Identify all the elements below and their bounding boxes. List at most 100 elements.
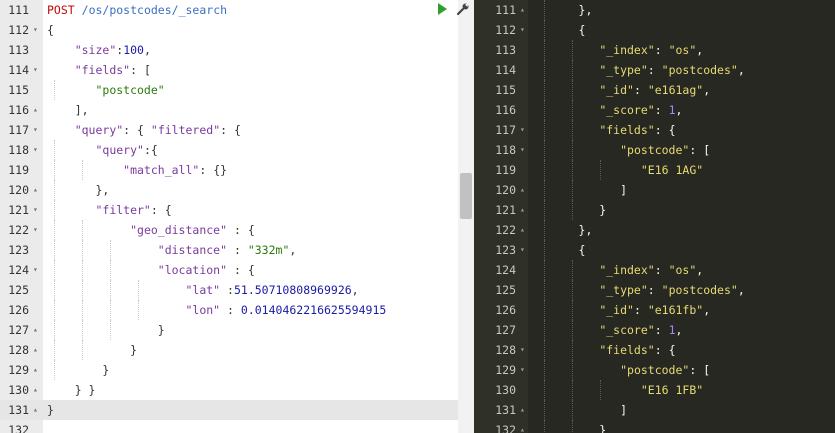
code-line[interactable]: 116 "_score": 1, [474, 100, 835, 120]
code-text: "postcode": [ [620, 143, 711, 157]
line-number: 115 [495, 83, 516, 97]
wrench-icon-glyph [456, 3, 469, 16]
line-number: 131 [495, 403, 516, 417]
code-line[interactable]: 118 ▾ "postcode": [ [474, 140, 835, 160]
code-line[interactable]: 120 ▴ }, [0, 180, 458, 200]
response-lines: 111 ▴ }, 112 ▾ {113 "_index": "os", 114 "_ty… [474, 0, 835, 433]
fold-toggle-icon[interactable]: ▾ [33, 20, 41, 40]
code-line[interactable]: 112 ▾ { [0, 20, 458, 40]
fold-toggle-icon[interactable]: ▾ [520, 20, 528, 40]
line-number: 121 [495, 203, 516, 217]
fold-toggle-icon[interactable]: ▴ [520, 420, 528, 433]
line-number: 112 [495, 23, 516, 37]
code-line[interactable]: 127 "_score": 1, [474, 320, 835, 340]
request-scrollbar-thumb[interactable] [460, 173, 472, 219]
fold-toggle-icon[interactable]: ▴ [33, 400, 41, 420]
code-line[interactable]: 129 ▾ "postcode": [ [474, 360, 835, 380]
line-number: 124 [495, 263, 516, 277]
fold-toggle-icon[interactable]: ▾ [520, 240, 528, 260]
line-number: 115 [8, 83, 29, 97]
code-line[interactable]: 125 "lat" :51.50710808969926, [0, 280, 458, 300]
code-line[interactable]: 129 ▴ } [0, 360, 458, 380]
line-number: 121 [8, 203, 29, 217]
fold-toggle-icon[interactable]: ▴ [33, 320, 41, 340]
fold-toggle-icon[interactable]: ▾ [520, 360, 528, 380]
code-text: "postcode" [95, 83, 165, 97]
code-line[interactable]: 117 ▾ "fields": { [474, 120, 835, 140]
code-line[interactable]: 119 "match_all": {} [0, 160, 458, 180]
code-line[interactable]: 111 POST /os/postcodes/_search [0, 0, 458, 20]
code-line[interactable]: 113 "_index": "os", [474, 40, 835, 60]
code-line[interactable]: 121 ▾ "filter": { [0, 200, 458, 220]
response-viewer[interactable]: 111 ▴ }, 112 ▾ {113 "_index": "os", 114 "_ty… [474, 0, 835, 433]
fold-toggle-icon[interactable]: ▾ [520, 340, 528, 360]
code-line[interactable]: 117 ▾ "query": { "filtered": { [0, 120, 458, 140]
line-number: 125 [8, 283, 29, 297]
code-line[interactable]: 132 ▴ } [474, 420, 835, 433]
code-line[interactable]: 126 "_id": "e161fb", [474, 300, 835, 320]
code-line[interactable]: 114 "_type": "postcodes", [474, 60, 835, 80]
line-number: 123 [8, 243, 29, 257]
fold-toggle-icon[interactable]: ▴ [520, 0, 528, 20]
code-line[interactable]: 111 ▴ }, [474, 0, 835, 20]
code-text: "_index": "os", [599, 263, 704, 277]
fold-toggle-icon[interactable]: ▴ [520, 400, 528, 420]
fold-toggle-icon[interactable]: ▴ [33, 380, 41, 400]
fold-toggle-icon[interactable]: ▾ [33, 140, 41, 160]
code-line[interactable]: 125 "_type": "postcodes", [474, 280, 835, 300]
code-text: "distance" : "332m", [157, 243, 297, 257]
fold-toggle-icon[interactable]: ▾ [33, 220, 41, 240]
code-line[interactable]: 116 ▴ ], [0, 100, 458, 120]
code-line[interactable]: 126 "lon" : 0.0140462216625594915 [0, 300, 458, 320]
fold-toggle-icon[interactable]: ▴ [520, 220, 528, 240]
code-line[interactable]: 131 ▴ ] [474, 400, 835, 420]
code-text: "_type": "postcodes", [599, 63, 745, 77]
code-text: } [47, 403, 54, 417]
line-number: 125 [495, 283, 516, 297]
code-line[interactable]: 119 "E16 1AG" [474, 160, 835, 180]
code-text: "E16 1AG" [640, 163, 704, 177]
fold-toggle-icon[interactable]: ▴ [520, 180, 528, 200]
code-line[interactable]: 124 "_index": "os", [474, 260, 835, 280]
play-icon[interactable] [437, 3, 447, 15]
code-line[interactable]: 128 ▴ } [0, 340, 458, 360]
fold-toggle-icon[interactable]: ▾ [520, 120, 528, 140]
fold-toggle-icon[interactable]: ▴ [33, 360, 41, 380]
code-line[interactable]: 112 ▾ { [474, 20, 835, 40]
code-line[interactable]: 115 "_id": "e161ag", [474, 80, 835, 100]
code-text: "lat" :51.50710808969926, [185, 283, 359, 297]
code-line[interactable]: 115 "postcode" [0, 80, 458, 100]
code-line[interactable]: 122 ▾ "geo_distance" : { [0, 220, 458, 240]
code-line[interactable]: 127 ▴ } [0, 320, 458, 340]
fold-toggle-icon[interactable]: ▴ [33, 100, 41, 120]
code-line[interactable]: 131 ▴} [0, 400, 458, 420]
fold-toggle-icon[interactable]: ▾ [33, 60, 41, 80]
fold-toggle-icon[interactable]: ▾ [33, 260, 41, 280]
code-line[interactable]: 130 ▴ } } [0, 380, 458, 400]
wrench-icon[interactable] [456, 2, 470, 16]
code-line[interactable]: 132 [0, 420, 458, 433]
fold-toggle-icon[interactable]: ▴ [520, 200, 528, 220]
fold-toggle-icon[interactable]: ▴ [33, 340, 41, 360]
line-number: 113 [495, 43, 516, 57]
code-line[interactable]: 128 ▾ "fields": { [474, 340, 835, 360]
code-line[interactable]: 124 ▾ "location" : { [0, 260, 458, 280]
fold-toggle-icon[interactable]: ▴ [33, 180, 41, 200]
code-line[interactable]: 120 ▴ ] [474, 180, 835, 200]
fold-toggle-icon[interactable]: ▾ [33, 200, 41, 220]
code-line[interactable]: 113 "size":100, [0, 40, 458, 60]
line-number: 120 [8, 183, 29, 197]
code-line[interactable]: 114 ▾ "fields": [ [0, 60, 458, 80]
request-editor[interactable]: 111 POST /os/postcodes/_search 112 ▾ {113 "s… [0, 0, 474, 433]
code-line[interactable]: 118 ▾ "query":{ [0, 140, 458, 160]
fold-toggle-icon[interactable]: ▾ [520, 140, 528, 160]
line-number: 126 [495, 303, 516, 317]
code-line[interactable]: 122 ▴ }, [474, 220, 835, 240]
code-line[interactable]: 121 ▴ } [474, 200, 835, 220]
code-line[interactable]: 123 "distance" : "332m", [0, 240, 458, 260]
code-line[interactable]: 123 ▾ { [474, 240, 835, 260]
code-line[interactable]: 130 "E16 1FB" [474, 380, 835, 400]
fold-toggle-icon[interactable]: ▾ [33, 120, 41, 140]
code-text: "E16 1FB" [640, 383, 704, 397]
code-text: { [537, 23, 586, 37]
